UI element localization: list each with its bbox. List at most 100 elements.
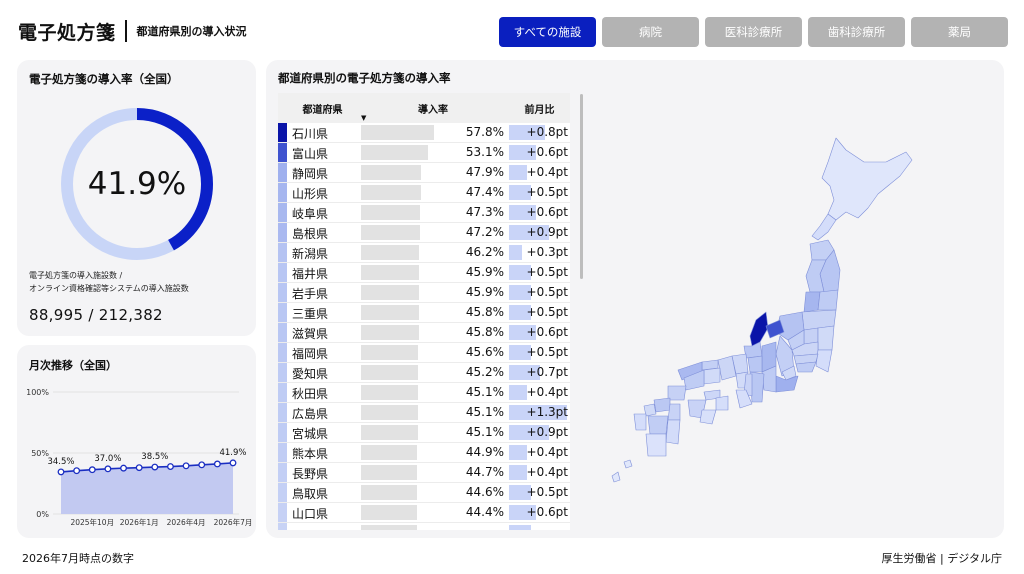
app-subtitle: 都道府県別の導入状況 <box>136 25 247 38</box>
map-region-chiba[interactable] <box>815 349 833 373</box>
column-header-diff[interactable]: 前月比 <box>509 93 570 123</box>
table-row[interactable]: 岩手県 45.9% +0.5pt <box>278 283 570 303</box>
monthly-trend-chart: 100%50%0%34.5% 37.0% 38.5% 41.9%2025年10月 202… <box>26 388 252 527</box>
table-row[interactable]: 広島県 45.1% +1.3pt <box>278 403 570 423</box>
table-row[interactable]: 富山県 53.1% +0.6pt <box>278 143 570 163</box>
diff-value: +0.4pt <box>526 165 568 179</box>
rate-color-swatch <box>278 323 287 342</box>
diff-value: +1.3pt <box>526 405 568 419</box>
map-region-kanagawa[interactable] <box>795 361 817 373</box>
map-region-shiga[interactable] <box>747 355 763 373</box>
table-row[interactable]: 石川県 57.8% +0.8pt <box>278 123 570 143</box>
map-region-kagoshima[interactable] <box>645 433 667 457</box>
map-region-fukuoka[interactable] <box>653 397 671 413</box>
table-scrollbar[interactable] <box>580 94 583 279</box>
map-region-kumamoto[interactable] <box>647 415 669 435</box>
prefecture-name: 山形県 <box>292 187 329 201</box>
rate-color-swatch <box>278 363 287 382</box>
rate-value: 57.8% <box>465 125 504 139</box>
map-region-oita[interactable] <box>667 403 681 421</box>
map-region-ibaraki[interactable] <box>817 325 835 351</box>
diff-value: +0.5pt <box>526 265 568 279</box>
national-rate-card: 電子処方箋の導入率（全国） 41.9% 電子処方箋の導入施設数 / オンライン資… <box>17 60 256 336</box>
map-region-okinawa-main[interactable] <box>611 471 621 483</box>
table-row[interactable]: 鳥取県 44.6% +0.5pt <box>278 483 570 503</box>
column-header-pref[interactable]: 都道府県 <box>288 93 357 123</box>
prefecture-name: 愛知県 <box>292 367 329 381</box>
table-row[interactable]: 山口県 44.4% +0.6pt <box>278 503 570 523</box>
table-row[interactable]: 長野県 44.7% +0.4pt <box>278 463 570 483</box>
map-region-okinawa-islands[interactable] <box>623 459 633 469</box>
map-region-nagasaki[interactable] <box>633 413 647 431</box>
table-row[interactable]: 新潟県 46.2% +0.3pt <box>278 243 570 263</box>
rate-caption-line1: 電子処方箋の導入施設数 / <box>29 271 123 280</box>
app-header: 電子処方箋 都道府県別の導入状況 <box>18 14 247 48</box>
rate-caption: 電子処方箋の導入施設数 / オンライン資格確認等システムの導入施設数 <box>29 269 189 295</box>
table-row[interactable]: 滋賀県 45.8% +0.6pt <box>278 323 570 343</box>
rate-color-swatch <box>278 183 287 202</box>
rate-color-swatch <box>278 123 287 142</box>
rate-caption-line2: オンライン資格確認等システムの導入施設数 <box>29 284 189 293</box>
map-region-tokushima[interactable] <box>715 395 729 411</box>
japan-choropleth-map <box>611 137 913 483</box>
map-region-hokkaido-west[interactable] <box>811 213 837 241</box>
prefecture-rate-title: 都道府県別の電子処方箋の導入率 <box>278 71 451 85</box>
rate-value: 45.9% <box>465 285 504 299</box>
table-row[interactable]: 静岡県 47.9% +0.4pt <box>278 163 570 183</box>
trend-data-label: 37.0% <box>94 454 121 464</box>
trend-point <box>229 459 237 467</box>
filter-tab-hospital[interactable]: 病院 <box>602 17 699 47</box>
diff-bar <box>509 525 532 530</box>
table-row[interactable]: 福岡県 45.6% +0.5pt <box>278 343 570 363</box>
prefecture-name: 石川県 <box>292 127 329 141</box>
map-region-okayama[interactable] <box>703 367 721 385</box>
table-row[interactable]: 島根県 47.2% +0.9pt <box>278 223 570 243</box>
monthly-trend-card: 月次推移（全国） 100% 50% 0% 34.5% 37.0% 38.5% 41.9% 20… <box>17 345 256 538</box>
diff-value: +0.5pt <box>526 285 568 299</box>
map-region-kochi[interactable] <box>699 409 717 425</box>
table-row[interactable]: 岐阜県 47.3% +0.6pt <box>278 203 570 223</box>
map-region-yamagata[interactable] <box>803 291 821 313</box>
table-row[interactable]: 愛知県 45.2% +0.7pt <box>278 363 570 383</box>
table-row[interactable] <box>278 523 570 530</box>
data-as-of-note: 2026年7月時点の数字 <box>22 552 134 565</box>
app-title: 電子処方箋 <box>18 21 116 44</box>
map-region-ishikawa[interactable] <box>749 311 769 347</box>
column-header-rate[interactable]: 導入率 <box>357 93 509 123</box>
diff-value: +0.8pt <box>526 125 568 139</box>
map-region-miyagi[interactable] <box>817 289 839 311</box>
map-region-hokkaido[interactable] <box>821 137 913 221</box>
prefecture-name: 宮城県 <box>292 427 329 441</box>
rate-bar <box>361 185 421 200</box>
map-region-miyazaki[interactable] <box>665 419 681 445</box>
rate-color-swatch <box>278 143 287 162</box>
trend-point <box>104 465 112 473</box>
rate-bar <box>361 385 418 400</box>
table-row[interactable]: 熊本県 44.9% +0.4pt <box>278 443 570 463</box>
prefecture-name: 島根県 <box>292 227 329 241</box>
diff-value: +0.5pt <box>526 305 568 319</box>
rate-color-swatch <box>278 443 287 462</box>
filter-tab-medical-clinic[interactable]: 医科診療所 <box>705 17 802 47</box>
table-row[interactable]: 福井県 45.9% +0.5pt <box>278 263 570 283</box>
filter-tab-all[interactable]: すべての施設 <box>499 17 596 47</box>
table-row[interactable]: 秋田県 45.1% +0.4pt <box>278 383 570 403</box>
map-region-yamaguchi[interactable] <box>667 385 687 401</box>
rate-value: 46.2% <box>465 245 504 259</box>
filter-tab-dental-clinic[interactable]: 歯科診療所 <box>808 17 905 47</box>
rate-value: 44.7% <box>465 465 504 479</box>
rate-bar <box>361 345 419 360</box>
map-region-tochigi[interactable] <box>803 327 819 345</box>
national-rate-value: 41.9% <box>87 166 187 202</box>
rate-bar <box>361 225 421 240</box>
table-row[interactable]: 三重県 45.8% +0.5pt <box>278 303 570 323</box>
diff-value: +0.4pt <box>526 445 568 459</box>
table-row[interactable]: 山形県 47.4% +0.5pt <box>278 183 570 203</box>
sort-down-icon[interactable]: ▼ <box>361 114 366 122</box>
rate-color-swatch <box>278 483 287 502</box>
prefecture-name: 福岡県 <box>292 347 329 361</box>
filter-tab-pharmacy[interactable]: 薬局 <box>911 17 1008 47</box>
prefecture-name: 岐阜県 <box>292 207 329 221</box>
table-row[interactable]: 宮城県 45.1% +0.9pt <box>278 423 570 443</box>
agency-credit: 厚生労働省 | デジタル庁 <box>881 552 1002 565</box>
